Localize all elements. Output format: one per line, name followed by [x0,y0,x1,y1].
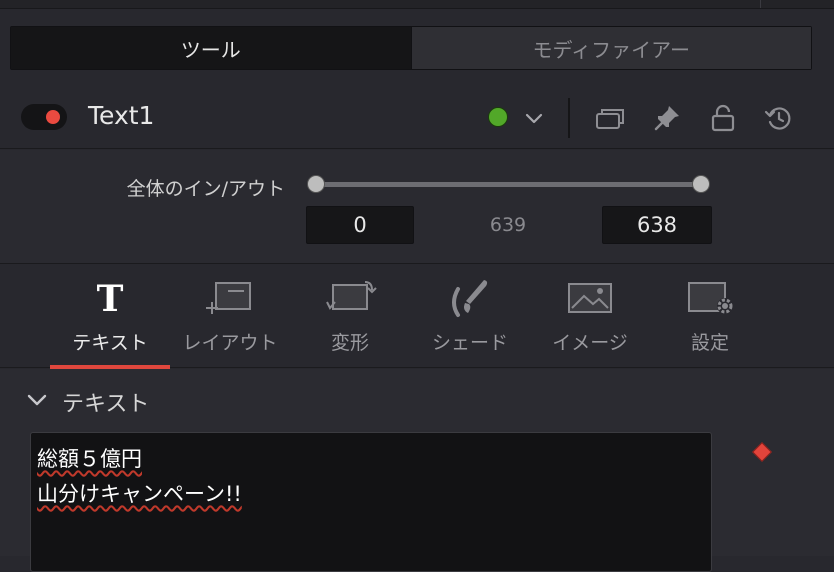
image-icon [530,270,650,326]
text-line-content: 山分けキャンペーン!! [37,482,242,506]
reset-icon[interactable] [762,103,794,133]
category-settings[interactable]: 設定 [650,270,770,368]
category-shading[interactable]: シェード [410,270,530,368]
collapse-chevron-icon[interactable] [26,392,48,414]
out-handle[interactable] [692,175,710,193]
transform-icon [290,270,410,326]
header-divider [568,98,570,138]
top-strip [0,0,834,9]
styled-text-input[interactable]: 総額５億円 山分けキャンペーン!! [30,432,712,572]
tab-modifiers[interactable]: モディファイアー [410,27,811,69]
node-enable-toggle[interactable] [21,104,67,130]
category-label: 設定 [690,332,729,354]
text-line-2: 山分けキャンペーン!! [37,477,705,512]
category-text[interactable]: T テキスト [50,270,170,368]
in-point-field[interactable]: 0 [306,206,414,244]
svg-text:T: T [97,278,124,318]
category-label: イメージ [552,332,628,354]
category-layout[interactable]: レイアウト [170,270,290,368]
in-handle[interactable] [307,175,325,193]
pin-icon[interactable] [651,103,683,133]
lock-icon[interactable] [707,103,739,133]
category-label: 変形 [330,332,369,354]
shading-brush-icon [410,270,530,326]
text-line-1: 総額５億円 [37,442,705,477]
section-title: テキスト [62,392,150,417]
inout-range-slider[interactable] [316,182,702,187]
category-label: レイアウト [182,332,278,354]
category-transform[interactable]: 変形 [290,270,410,368]
layout-icon [170,270,290,326]
text-t-icon: T [50,270,170,326]
inspector-tabs: ツール モディファイアー [10,26,812,70]
top-divider [760,0,761,8]
versions-icon[interactable] [594,103,626,133]
node-name: Text1 [88,101,155,130]
category-label: テキスト [72,332,148,354]
toggle-indicator [46,110,60,124]
inout-label: 全体のイン/アウト [126,178,285,200]
tab-tools[interactable]: ツール [11,27,411,69]
out-point-field[interactable]: 638 [602,206,712,244]
category-label: シェード [431,332,508,354]
settings-icon [650,270,770,326]
chevron-down-icon[interactable] [524,108,544,132]
text-line-content: 総額５億円 [37,447,142,471]
category-image[interactable]: イメージ [530,270,650,368]
node-color-swatch[interactable] [488,107,508,127]
duration-value: 639 [489,214,527,236]
